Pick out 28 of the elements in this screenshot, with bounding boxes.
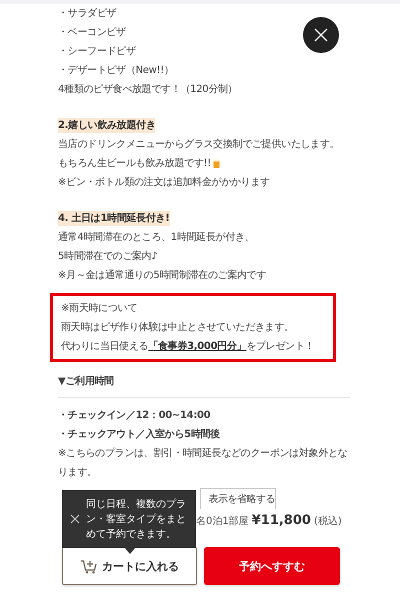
cart-icon bbox=[80, 558, 98, 574]
close-icon[interactable] bbox=[70, 514, 80, 524]
body-text: もちろん生ビールも飲み放題です!! bbox=[58, 154, 221, 173]
body-text: ※ビン・ボトル類の注文は追加料金がかかります bbox=[58, 176, 270, 190]
notice-text: ※雨天時について bbox=[61, 302, 138, 316]
time-text: ・チェックイン／12：00~14:00 bbox=[58, 409, 210, 423]
collapse-tab[interactable]: 表示を省略する bbox=[200, 488, 276, 509]
section-heading: 4. 土日は1時間延長付き! bbox=[58, 211, 170, 226]
add-to-cart-button[interactable]: カートに入れる bbox=[62, 547, 197, 585]
body-text: 5時間滞在でのご案内♪ bbox=[58, 250, 158, 264]
price-detail: 名0泊1部屋 bbox=[196, 514, 249, 528]
section-heading: 2.嬉しい飲み放題付き bbox=[58, 118, 156, 133]
notice-text: 代わりに当日使える「食事券3,000円分」をプレゼント！ bbox=[61, 340, 316, 354]
tax-label: (税込) bbox=[314, 514, 342, 528]
beer-icon bbox=[212, 158, 221, 168]
close-button[interactable] bbox=[303, 17, 339, 53]
price-amount: ¥11,800 bbox=[252, 513, 311, 528]
tooltip-text: 同じ日程、複数のプラン・客室タイプをまとめて予約できます。 bbox=[86, 498, 186, 542]
time-text: ・チェックアウト／入室から5時間後 bbox=[58, 427, 220, 442]
section-heading: ▼ご利用時間 bbox=[58, 374, 114, 389]
body-text: 通常4時間滞在のところ、1時間延長が付き、 bbox=[58, 230, 254, 245]
note-text: 4種類のピザ食べ放題です！（120分制） bbox=[58, 82, 238, 97]
reserve-button[interactable]: 予約へすすむ bbox=[204, 547, 340, 585]
close-icon bbox=[314, 28, 328, 42]
body-text: 当店のドリンクメニューからグラス交換制でご提供いたします。 bbox=[58, 138, 340, 152]
notice-text: 雨天時はピザ作り体験は中止とさせていただきます。 bbox=[61, 320, 295, 335]
body-text: ※月～金は通常通りの5時間制滞在のご案内です bbox=[58, 268, 266, 283]
note-text: ※こちらのプランは、割引・時間延長などのクーポンは対象外となります。 bbox=[58, 446, 348, 480]
